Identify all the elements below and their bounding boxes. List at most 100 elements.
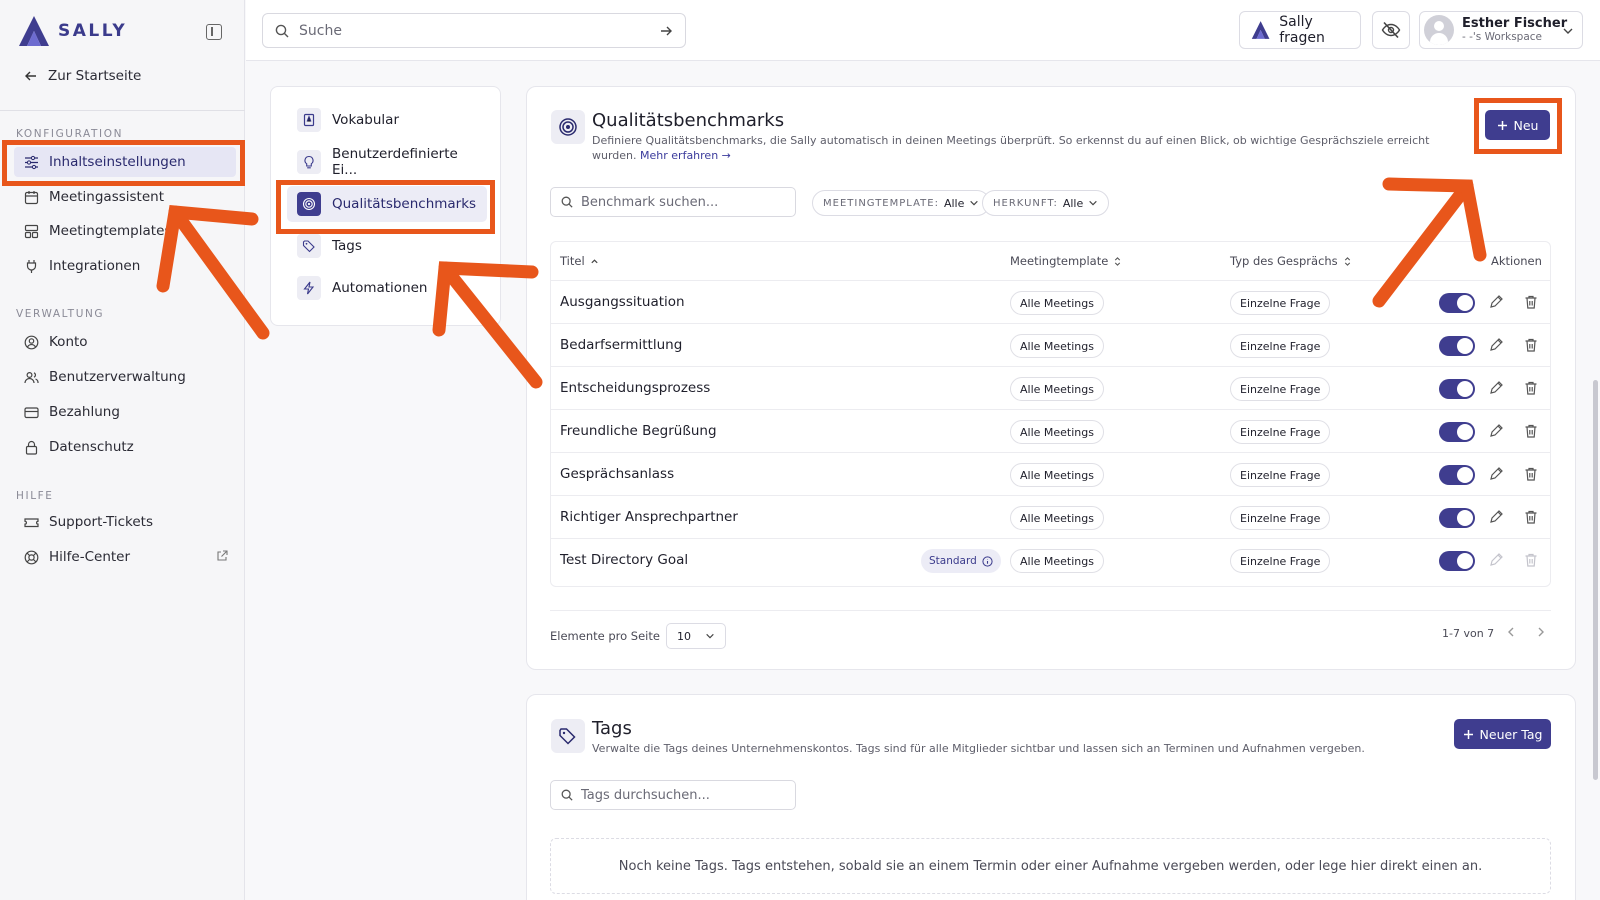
- edit-icon[interactable]: [1488, 466, 1504, 482]
- column-header-title[interactable]: Titel: [560, 254, 599, 268]
- benchmark-search-input[interactable]: Benchmark suchen...: [550, 187, 796, 217]
- sidebar-item-label: Inhaltseinstellungen: [49, 154, 186, 170]
- filter-label: MEETINGTEMPLATE:: [823, 197, 939, 209]
- section-title-verwaltung: VERWALTUNG: [16, 308, 105, 320]
- edit-icon[interactable]: [1488, 509, 1504, 525]
- filter-meetingtemplate[interactable]: MEETINGTEMPLATE: Alle: [812, 190, 991, 216]
- arrow-right-icon[interactable]: [659, 24, 673, 38]
- active-toggle[interactable]: [1439, 293, 1475, 313]
- page-scrollbar[interactable]: [1593, 380, 1598, 780]
- benchmarks-title: Qualitätsbenchmarks: [592, 110, 785, 131]
- trash-icon[interactable]: [1523, 380, 1539, 396]
- new-tag-label: Neuer Tag: [1479, 726, 1543, 742]
- per-page-label: Elemente pro Seite: [550, 629, 660, 643]
- active-toggle[interactable]: [1439, 465, 1475, 485]
- table-row: Bedarfsermittlung Alle Meetings Einzelne…: [551, 323, 1550, 366]
- sidebar-item-meetingtemplates[interactable]: Meetingtemplates: [14, 216, 236, 246]
- standard-badge: Standard: [921, 549, 1001, 573]
- template-pill: Alle Meetings: [1010, 549, 1104, 573]
- tags-search-input[interactable]: Tags durchsuchen...: [550, 780, 796, 810]
- info-icon[interactable]: [982, 555, 993, 567]
- sidebar-item-bezahlung[interactable]: Bezahlung: [14, 397, 236, 427]
- sidebar-item-integrationen[interactable]: Integrationen: [14, 251, 236, 281]
- sidebar-item-inhaltseinstellungen[interactable]: Inhaltseinstellungen: [14, 147, 236, 177]
- user-name: Esther Fischer: [1462, 15, 1568, 31]
- brand[interactable]: SALLY: [16, 14, 127, 48]
- nav-item-automationen[interactable]: Automationen: [287, 270, 487, 306]
- trash-icon[interactable]: [1523, 294, 1539, 310]
- user-menu-button[interactable]: Esther Fischer - -'s Workspace: [1419, 11, 1583, 49]
- nav-item-label: Qualitätsbenchmarks: [332, 196, 477, 212]
- active-toggle[interactable]: [1439, 336, 1475, 356]
- tags-empty-state: Noch keine Tags. Tags entstehen, sobald …: [550, 838, 1551, 894]
- nav-item-benutzerdefinierte[interactable]: Benutzerdefinierte Ei...: [287, 144, 487, 180]
- lifebuoy-icon: [24, 550, 39, 564]
- trash-icon[interactable]: [1523, 337, 1539, 353]
- sidebar-item-konto[interactable]: Konto: [14, 327, 236, 357]
- active-toggle[interactable]: [1439, 379, 1475, 399]
- search-placeholder: Benchmark suchen...: [581, 194, 719, 210]
- column-header-type[interactable]: Typ des Gesprächs: [1230, 254, 1352, 268]
- sidebar-item-support-tickets[interactable]: Support-Tickets: [14, 507, 236, 537]
- sidebar: SALLY Zur Startseite KONFIGURATION Inhal…: [0, 0, 245, 900]
- brand-name: SALLY: [58, 21, 128, 41]
- benchmark-title: Ausgangssituation: [560, 294, 685, 310]
- learn-more-link[interactable]: Mehr erfahren →: [640, 149, 731, 162]
- type-pill: Einzelne Frage: [1230, 291, 1331, 315]
- table-row: Entscheidungsprozess Alle Meetings Einze…: [551, 366, 1550, 409]
- ask-sally-label: Sally fragen: [1279, 14, 1325, 46]
- edit-icon[interactable]: [1488, 337, 1504, 353]
- back-to-home-link[interactable]: Zur Startseite: [24, 68, 141, 84]
- edit-icon[interactable]: [1488, 380, 1504, 396]
- sally-logo-icon: [1251, 21, 1270, 39]
- per-page-select[interactable]: 10: [665, 623, 726, 649]
- nav-item-label: Vokabular: [332, 112, 399, 128]
- sidebar-item-label: Meetingassistent: [49, 189, 165, 205]
- chevron-down-icon: [1089, 200, 1097, 206]
- page-info: 1-7 von 7: [1442, 627, 1495, 640]
- active-toggle[interactable]: [1439, 551, 1475, 571]
- edit-icon[interactable]: [1488, 423, 1504, 439]
- benchmark-title: Richtiger Ansprechpartner: [560, 509, 738, 525]
- trash-icon[interactable]: [1523, 466, 1539, 482]
- filter-value: Alle: [943, 196, 965, 210]
- calendar-icon: [24, 190, 39, 204]
- edit-icon[interactable]: [1488, 294, 1504, 310]
- column-header-template[interactable]: Meetingtemplate: [1010, 254, 1122, 268]
- trash-icon[interactable]: [1523, 509, 1539, 525]
- sort-icon: [1344, 256, 1350, 266]
- nav-item-qualitaetsbenchmarks[interactable]: Qualitätsbenchmarks: [287, 186, 487, 222]
- global-search-input[interactable]: Suche: [262, 13, 686, 48]
- badge-label: Standard: [929, 555, 977, 567]
- collapse-sidebar-icon[interactable]: [206, 24, 222, 40]
- bolt-icon: [297, 276, 321, 300]
- chevron-left-icon[interactable]: [1505, 626, 1517, 638]
- template-icon: [24, 224, 39, 238]
- column-label: Titel: [560, 254, 585, 268]
- ask-sally-button[interactable]: Sally fragen: [1239, 11, 1361, 49]
- user-info: Esther Fischer - -'s Workspace: [1462, 15, 1568, 44]
- chevron-right-icon[interactable]: [1535, 626, 1547, 638]
- arrow-left-icon: [25, 71, 36, 81]
- nav-item-tags[interactable]: Tags: [287, 228, 487, 264]
- filter-herkunft[interactable]: HERKUNFT: Alle: [982, 190, 1110, 216]
- new-benchmark-button[interactable]: Neu: [1485, 110, 1550, 140]
- nav-item-vokabular[interactable]: Vokabular: [287, 102, 487, 138]
- filter-label: HERKUNFT:: [993, 197, 1058, 209]
- trash-icon[interactable]: [1523, 423, 1539, 439]
- pagination-divider: [550, 610, 1551, 611]
- sidebar-item-datenschutz[interactable]: Datenschutz: [14, 432, 236, 462]
- nav-item-label: Benutzerdefinierte Ei...: [332, 146, 458, 178]
- active-toggle[interactable]: [1439, 508, 1475, 528]
- table-row: Richtiger Ansprechpartner Alle Meetings …: [551, 495, 1550, 538]
- sidebar-item-meetingassistent[interactable]: Meetingassistent: [14, 182, 236, 212]
- sort-icon: [1115, 256, 1121, 266]
- edit-icon-disabled: [1490, 553, 1503, 566]
- privacy-toggle-button[interactable]: [1372, 11, 1410, 49]
- benchmark-title: Freundliche Begrüßung: [560, 423, 717, 439]
- active-toggle[interactable]: [1439, 422, 1475, 442]
- new-tag-button[interactable]: Neuer Tag: [1454, 719, 1551, 749]
- sidebar-divider: [0, 110, 245, 111]
- sidebar-item-hilfe-center[interactable]: Hilfe-Center: [14, 542, 236, 572]
- sidebar-item-benutzerverwaltung[interactable]: Benutzerverwaltung: [14, 362, 236, 392]
